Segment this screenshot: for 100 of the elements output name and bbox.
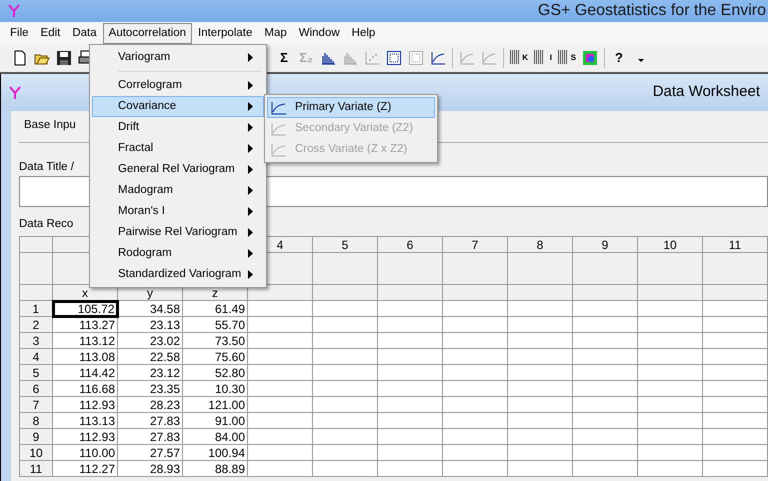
new-icon[interactable]	[12, 50, 28, 66]
table-cell[interactable]: 27.83	[118, 412, 182, 429]
save-icon[interactable]	[56, 50, 72, 66]
menu-item[interactable]: Covariance	[92, 96, 264, 117]
map-icon[interactable]	[386, 50, 402, 66]
submenu-arrow-icon	[248, 81, 253, 90]
table-cell[interactable]: 75.60	[182, 348, 248, 365]
row-number: 10	[20, 444, 52, 461]
submenu-arrow-icon	[248, 186, 253, 195]
menu-item[interactable]: Autocorrelation	[102, 22, 192, 44]
variogram-icon	[271, 142, 287, 156]
table-cell[interactable]: 116.68	[52, 380, 118, 397]
row-number: 3	[20, 332, 52, 349]
submenu-arrow-icon	[248, 270, 253, 279]
toolbar-button[interactable]: K	[510, 50, 528, 66]
table-cell[interactable]: 112.93	[52, 396, 118, 413]
table-cell[interactable]: 112.27	[52, 460, 118, 477]
row-number: 8	[20, 412, 52, 429]
menu-item[interactable]: Interpolate	[192, 22, 258, 44]
table-cell[interactable]: 114.42	[52, 364, 118, 381]
table-cell[interactable]: 52.80	[182, 364, 248, 381]
colormap-icon[interactable]	[582, 50, 598, 66]
window-title: GS+ Geostatistics for the Enviro	[538, 1, 767, 21]
row-number: 9	[20, 428, 52, 445]
table-cell[interactable]: 61.49	[182, 300, 248, 317]
variogram-icon	[271, 122, 287, 136]
app-icon	[8, 4, 20, 18]
table-cell[interactable]: 28.23	[118, 396, 182, 413]
table-cell[interactable]: 100.94	[182, 444, 248, 461]
column-header: 7	[442, 236, 508, 253]
table-cell[interactable]: 113.13	[52, 412, 118, 429]
menu-item[interactable]: File	[4, 22, 35, 44]
menu-item[interactable]: Window	[292, 22, 346, 44]
table-cell[interactable]: 84.00	[182, 428, 248, 445]
window-title: Data Worksheet	[652, 82, 760, 102]
table-cell[interactable]: 10.30	[182, 380, 248, 397]
table-cell[interactable]: 23.35	[118, 380, 182, 397]
column-header: 5	[312, 236, 378, 253]
app-icon	[9, 86, 21, 100]
table-cell[interactable]: 112.93	[52, 428, 118, 445]
table-cell[interactable]: 27.83	[118, 428, 182, 445]
field-label: Data Title /	[19, 160, 74, 175]
menu-item[interactable]: Drift	[92, 117, 264, 138]
tab[interactable]: Base Inpu	[24, 119, 76, 131]
menu-item[interactable]: Help	[346, 22, 382, 44]
menu-item[interactable]: Correlogram	[92, 75, 264, 96]
table-cell[interactable]: 110.00	[52, 444, 118, 461]
menu-item[interactable]: Standardized Variogram	[92, 264, 264, 285]
menu-item[interactable]: Moran's I	[92, 201, 264, 222]
table-cell[interactable]: 88.89	[182, 460, 248, 477]
submenu-arrow-icon	[248, 207, 253, 216]
row-number: 7	[20, 396, 52, 413]
table-cell[interactable]: 27.57	[118, 444, 182, 461]
menu-item[interactable]: Variogram	[92, 47, 264, 68]
table-cell[interactable]: 105.72	[52, 300, 118, 317]
table-cell[interactable]: 91.00	[182, 412, 248, 429]
submenu-arrow-icon	[248, 165, 253, 174]
table-cell[interactable]: 34.58	[118, 300, 182, 317]
column-header: 11	[702, 236, 768, 253]
table-cell[interactable]: 55.70	[182, 316, 248, 333]
field-label: Data Reco	[19, 217, 74, 232]
toolbar-button[interactable]: S	[558, 50, 576, 66]
column-header: 8	[508, 236, 572, 253]
submenu-arrow-icon	[248, 249, 253, 258]
table-cell[interactable]: 23.02	[118, 332, 182, 349]
submenu-arrow-icon	[248, 53, 253, 62]
variogram-icon	[271, 100, 287, 114]
menu-item[interactable]: Map	[258, 22, 293, 44]
menu-item[interactable]: Data	[66, 22, 103, 44]
column-header: 9	[572, 236, 638, 253]
table-cell[interactable]: 121.00	[182, 396, 248, 413]
toolbar-button[interactable]: I	[534, 50, 552, 66]
row-number: 2	[20, 316, 52, 333]
table-cell[interactable]: 73.50	[182, 332, 248, 349]
table-cell[interactable]: 28.93	[118, 460, 182, 477]
toolbar-button[interactable]: ?	[611, 50, 627, 66]
table-cell[interactable]: 113.27	[52, 316, 118, 333]
table-cell[interactable]: 23.12	[118, 364, 182, 381]
histogram-icon[interactable]	[320, 50, 336, 66]
submenu-arrow-icon	[248, 102, 253, 111]
menu-item[interactable]: Edit	[34, 22, 66, 44]
variogram-icon[interactable]	[430, 50, 446, 66]
table-cell[interactable]: 23.13	[118, 316, 182, 333]
submenu-arrow-icon	[248, 144, 253, 153]
submenu-arrow-icon	[248, 228, 253, 237]
menu-item[interactable]: Fractal	[92, 138, 264, 159]
table-cell[interactable]: 113.08	[52, 348, 118, 365]
row-number: 5	[20, 364, 52, 381]
row-number: 11	[20, 460, 52, 477]
column-header: 6	[378, 236, 442, 253]
table-cell[interactable]: 113.12	[52, 332, 118, 349]
menu-item[interactable]: General Rel Variogram	[92, 159, 264, 180]
menu-item[interactable]: Primary Variate (Z)	[267, 97, 435, 118]
row-number: 6	[20, 380, 52, 397]
row-number: 4	[20, 348, 52, 365]
row-number: 1	[20, 300, 52, 317]
submenu-arrow-icon	[248, 123, 253, 132]
table-cell[interactable]: 22.58	[118, 348, 182, 365]
menu-item[interactable]: Madogram	[92, 180, 264, 201]
toolbar-button[interactable]: Σ	[276, 50, 292, 66]
